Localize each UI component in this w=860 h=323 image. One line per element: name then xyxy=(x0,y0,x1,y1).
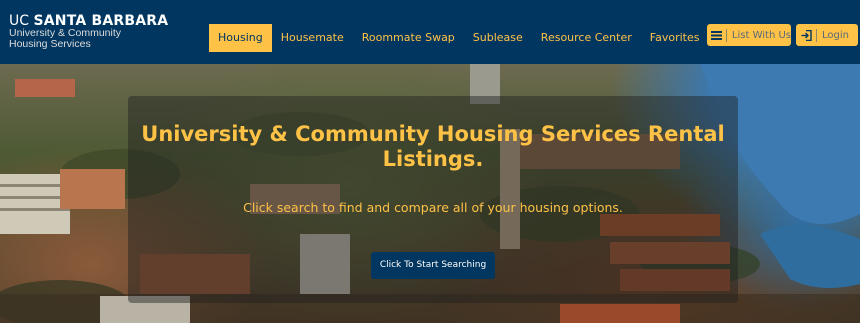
logo-wordmark: UC SANTA BARBARA xyxy=(9,14,168,28)
hero-banner: University & Community Housing Services … xyxy=(0,64,860,323)
nav-item-housing[interactable]: Housing xyxy=(209,24,272,52)
nav-item-favorites[interactable]: Favorites xyxy=(641,24,709,52)
list-with-us-label: List With Us xyxy=(731,29,791,41)
site-header: UC SANTA BARBARA University & Community … xyxy=(0,0,860,64)
login-label: Login xyxy=(822,29,849,41)
start-searching-button[interactable]: Click To Start Searching xyxy=(371,252,495,279)
login-button[interactable]: Login xyxy=(796,24,858,46)
list-with-us-button[interactable]: List With Us xyxy=(707,24,791,46)
button-separator xyxy=(816,28,817,42)
ucsb-logo[interactable]: UC SANTA BARBARA University & Community … xyxy=(9,14,168,50)
main-nav: Housing Housemate Roommate Swap Sublease… xyxy=(209,24,752,52)
nav-item-roommate-swap[interactable]: Roommate Swap xyxy=(353,24,464,52)
logo-subtitle-line2: Housing Services xyxy=(9,38,91,50)
sign-in-icon xyxy=(796,24,816,46)
button-separator xyxy=(725,28,727,42)
nav-item-housemate[interactable]: Housemate xyxy=(272,24,353,52)
hamburger-icon xyxy=(707,24,726,46)
hero-subtitle: Click search to find and compare all of … xyxy=(243,200,623,215)
hero-title: University & Community Housing Services … xyxy=(141,122,725,171)
nav-item-resource-center[interactable]: Resource Center xyxy=(532,24,641,52)
nav-item-sublease[interactable]: Sublease xyxy=(464,24,532,52)
